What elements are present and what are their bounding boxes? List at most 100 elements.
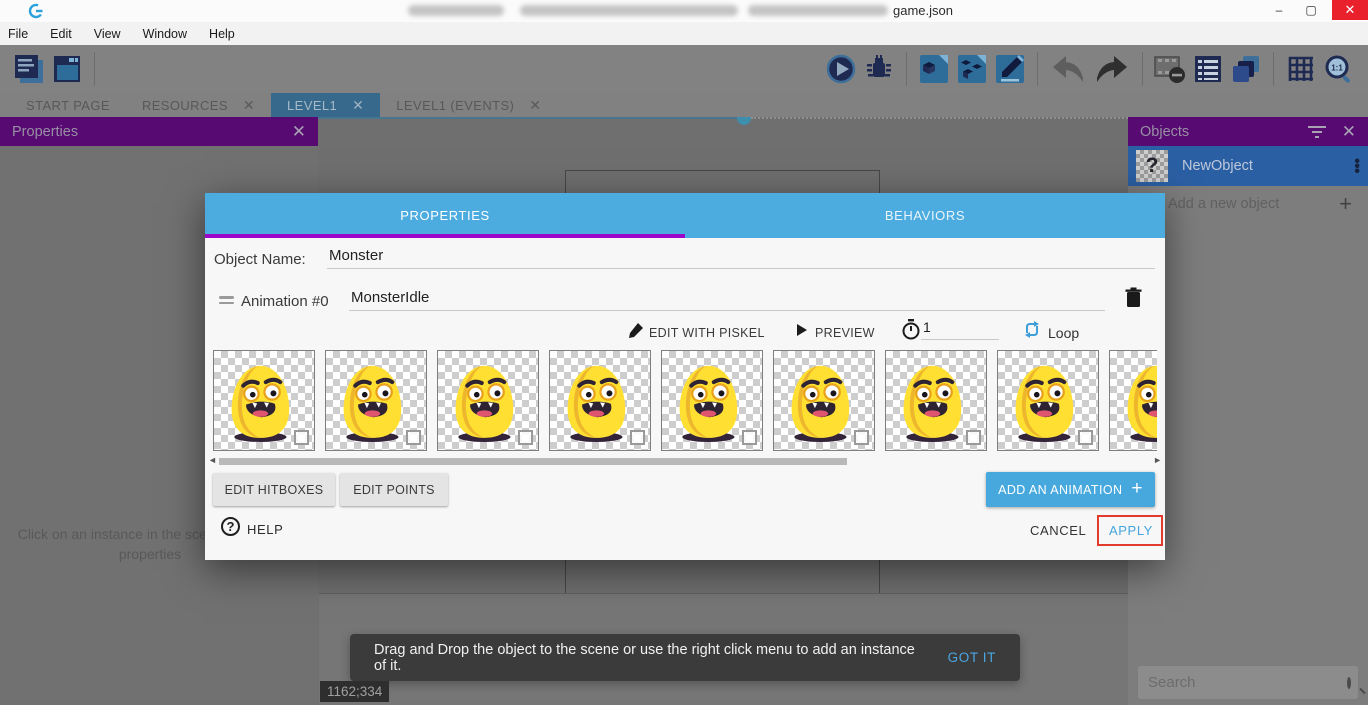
tab-close-icon[interactable]: ✕ [529, 97, 541, 114]
scrollbar-thumb[interactable] [219, 458, 847, 465]
edit-points-button[interactable]: EDIT POINTS [340, 473, 448, 506]
plus-icon: + [1131, 478, 1143, 500]
animation-frame[interactable] [997, 350, 1099, 451]
dialog-tabs: PROPERTIES BEHAVIORS [205, 193, 1165, 238]
tab-start-page[interactable]: START PAGE [10, 93, 126, 117]
infobar-message: Drag and Drop the object to the scene or… [374, 642, 922, 674]
menu-item-help[interactable]: Help [209, 27, 235, 41]
maximize-button[interactable]: ▢ [1296, 0, 1326, 20]
plus-icon[interactable]: + [1339, 191, 1352, 217]
frame-checkbox[interactable] [966, 430, 981, 445]
object-search [1138, 666, 1358, 699]
tab-level1-events[interactable]: LEVEL1 (EVENTS)✕ [380, 93, 557, 117]
redo-icon[interactable] [1093, 52, 1131, 86]
pencil-icon [629, 322, 644, 343]
menu-item-view[interactable]: View [94, 27, 121, 41]
edit-with-piskel-button[interactable]: EDIT WITH PISKEL [649, 326, 765, 340]
debug-icon[interactable] [863, 52, 895, 86]
frame-checkbox[interactable] [294, 430, 309, 445]
frame-checkbox[interactable] [406, 430, 421, 445]
delete-instances-icon[interactable] [1154, 52, 1186, 86]
scroll-left-icon[interactable]: ◄ [208, 455, 217, 465]
animation-frame[interactable] [661, 350, 763, 451]
animation-frame[interactable] [885, 350, 987, 451]
close-button[interactable]: ✕ [1332, 0, 1368, 20]
got-it-button[interactable]: GOT IT [948, 650, 996, 665]
preview-play-icon[interactable] [825, 52, 857, 86]
panel-title: Objects [1140, 124, 1189, 140]
help-icon[interactable]: ? [221, 517, 240, 536]
grid-icon[interactable] [1285, 52, 1317, 86]
titlebar: game.json – ▢ ✕ [0, 0, 1368, 22]
loop-icon[interactable] [1023, 321, 1041, 343]
add-object-icon[interactable] [918, 52, 950, 86]
trash-icon[interactable] [1125, 287, 1142, 313]
object-name: NewObject [1182, 158, 1253, 174]
tab-close-icon[interactable]: ✕ [352, 97, 364, 114]
zoom-1-1-icon[interactable]: 1:1 [1323, 52, 1355, 86]
menu-item-edit[interactable]: Edit [50, 27, 72, 41]
canvas-horizontal-line [319, 593, 1128, 594]
help-button[interactable]: HELP [247, 522, 283, 537]
tab-behaviors[interactable]: BEHAVIORS [685, 193, 1165, 238]
frame-checkbox[interactable] [630, 430, 645, 445]
objects-panel-header: Objects ✕ [1128, 117, 1368, 146]
frame-checkbox[interactable] [854, 430, 869, 445]
instances-list-icon[interactable] [1192, 52, 1224, 86]
title-redacted-segment [748, 5, 888, 16]
add-animation-button[interactable]: ADD AN ANIMATION+ [986, 472, 1155, 507]
stopwatch-icon [902, 319, 920, 345]
preview-button[interactable]: PREVIEW [815, 326, 875, 340]
frame-checkbox[interactable] [1078, 430, 1093, 445]
add-instances-icon[interactable] [956, 52, 988, 86]
cancel-button[interactable]: CANCEL [1030, 523, 1086, 538]
tab-properties[interactable]: PROPERTIES [205, 193, 685, 238]
search-input[interactable] [1148, 674, 1347, 691]
frames-strip [213, 350, 1157, 453]
object-thumbnail: ? [1136, 150, 1168, 182]
edit-scene-properties-icon[interactable] [994, 52, 1026, 86]
menu-item-window[interactable]: Window [143, 27, 187, 41]
project-manager-icon[interactable] [13, 52, 45, 86]
close-icon[interactable]: ✕ [292, 122, 306, 142]
undo-icon[interactable] [1049, 52, 1087, 86]
time-between-frames-input[interactable] [921, 315, 999, 340]
object-list-item[interactable]: ? NewObject ••• [1128, 146, 1368, 186]
loop-label[interactable]: Loop [1048, 325, 1079, 341]
search-icon[interactable] [1347, 677, 1351, 689]
drag-handle-icon[interactable] [219, 293, 234, 307]
object-name-input[interactable] [327, 243, 1155, 269]
animation-frame[interactable] [1109, 350, 1157, 451]
play-icon [797, 324, 807, 336]
object-name-label: Object Name: [214, 251, 306, 268]
tab-close-icon[interactable]: ✕ [243, 97, 255, 114]
minimize-button[interactable]: – [1264, 0, 1294, 20]
animation-frame[interactable] [213, 350, 315, 451]
toolbar: 1:1 [0, 45, 1368, 93]
animation-name-input[interactable] [349, 285, 1105, 311]
animation-frame[interactable] [437, 350, 539, 451]
scroll-right-icon[interactable]: ► [1153, 455, 1162, 465]
close-icon[interactable]: ✕ [1342, 122, 1356, 142]
start-page-icon[interactable] [51, 52, 83, 86]
scene-border-handle[interactable] [737, 117, 751, 125]
infobar: Drag and Drop the object to the scene or… [350, 634, 1020, 681]
object-editor-dialog: PROPERTIES BEHAVIORS Object Name: Animat… [205, 193, 1165, 560]
monster-sprite [1115, 353, 1157, 449]
menu-item-file[interactable]: File [8, 27, 28, 41]
filter-icon[interactable] [1308, 123, 1326, 141]
cursor-coordinates: 1162;334 [320, 681, 389, 702]
object-menu-icon[interactable]: ••• [1354, 159, 1360, 174]
tab-level1[interactable]: LEVEL1✕ [271, 93, 380, 117]
edit-hitboxes-button[interactable]: EDIT HITBOXES [213, 473, 335, 506]
animation-frame[interactable] [325, 350, 427, 451]
title-redacted-segment [520, 5, 738, 16]
tab-resources[interactable]: RESOURCES✕ [126, 93, 271, 117]
frame-checkbox[interactable] [742, 430, 757, 445]
layers-icon[interactable] [1230, 52, 1262, 86]
animation-frame[interactable] [773, 350, 875, 451]
animation-label: Animation #0 [241, 293, 329, 310]
menubar: File Edit View Window Help [0, 22, 1368, 45]
frame-checkbox[interactable] [518, 430, 533, 445]
animation-frame[interactable] [549, 350, 651, 451]
